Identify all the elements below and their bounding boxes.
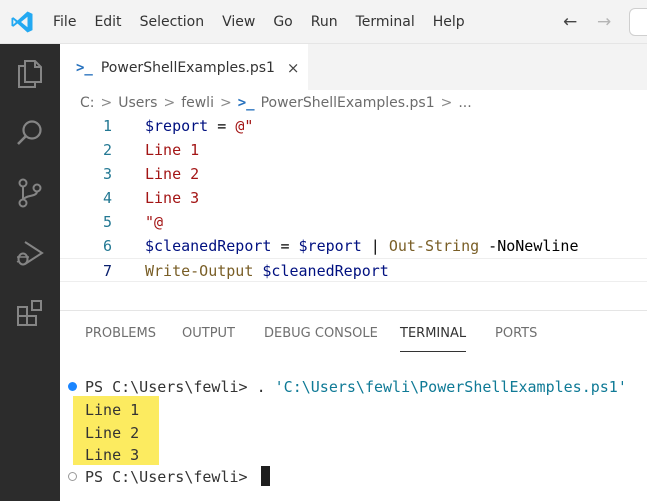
- menu-edit[interactable]: Edit: [85, 0, 130, 44]
- terminal-command-line: PS C:\Users\fewli> . 'C:\Users\fewli\Pow…: [85, 376, 627, 398]
- tab-label: PowerShellExamples.ps1: [100, 59, 275, 76]
- vscode-logo-icon: [11, 11, 33, 33]
- code-token: Line 3: [145, 189, 200, 207]
- code-token: $cleanedReport: [145, 237, 272, 255]
- terminal-output-line: Line 3: [85, 446, 140, 464]
- code-line[interactable]: 4 Line 3: [60, 186, 647, 210]
- files-icon[interactable]: [13, 56, 47, 90]
- line-number: 1: [102, 117, 112, 135]
- search-icon[interactable]: [13, 116, 47, 150]
- code-line[interactable]: 1 $report = @": [60, 114, 647, 138]
- menu-run[interactable]: Run: [302, 0, 347, 44]
- close-icon[interactable]: ×: [287, 59, 300, 77]
- line-number: 6: [102, 237, 112, 255]
- menu-view[interactable]: View: [213, 0, 264, 44]
- run-debug-icon[interactable]: [13, 236, 47, 270]
- extensions-icon[interactable]: [13, 296, 47, 330]
- terminal-prompt: PS C:\Users\fewli>: [85, 378, 257, 396]
- code-text: $report = @": [145, 114, 253, 138]
- breadcrumb-fewli[interactable]: fewli: [181, 95, 214, 111]
- code-text: Line 3: [145, 186, 199, 210]
- code-token: "@: [145, 213, 164, 231]
- terminal-output-line: Line 1: [85, 401, 140, 419]
- code-token: $report: [145, 117, 209, 135]
- chevron-right-icon: >: [163, 95, 176, 111]
- code-text: Line 2: [145, 162, 199, 186]
- terminal[interactable]: PS C:\Users\fewli> . 'C:\Users\fewli\Pow…: [60, 370, 647, 501]
- terminal-script-path: 'C:\Users\fewli\PowerShellExamples.ps1': [274, 378, 627, 396]
- breadcrumb-users[interactable]: Users: [118, 95, 157, 111]
- line-number: 2: [102, 141, 112, 159]
- forward-arrow-icon[interactable]: →: [597, 12, 611, 32]
- code-token: Out-String: [388, 237, 480, 255]
- breadcrumb-file[interactable]: PowerShellExamples.ps1: [261, 95, 435, 111]
- code-text: "@: [145, 210, 163, 234]
- tab-ports[interactable]: PORTS: [495, 316, 537, 352]
- command-status-dot-icon[interactable]: [68, 382, 77, 391]
- menu-terminal[interactable]: Terminal: [347, 0, 424, 44]
- menu-selection[interactable]: Selection: [131, 0, 214, 44]
- code-token: -NoNewline: [479, 237, 579, 255]
- breadcrumb-drive[interactable]: C:: [80, 95, 95, 111]
- code-line[interactable]: 2 Line 1: [60, 138, 647, 162]
- code-token: $cleanedReport: [262, 262, 389, 280]
- activity-bar: [0, 44, 60, 501]
- code-token: Line 1: [145, 141, 200, 159]
- tab-problems[interactable]: PROBLEMS: [85, 316, 156, 352]
- menu-help[interactable]: Help: [424, 0, 474, 44]
- code-text: Line 1: [145, 138, 199, 162]
- code-token: =: [208, 117, 236, 135]
- panel-tab-bar: PROBLEMS OUTPUT DEBUG CONSOLE TERMINAL P…: [60, 316, 647, 352]
- breadcrumb-ellipsis[interactable]: ...: [458, 95, 471, 111]
- terminal-input-line[interactable]: PS C:\Users\fewli>: [85, 466, 270, 488]
- code-line[interactable]: 6 $cleanedReport = $report | Out-String -…: [60, 234, 647, 258]
- code-text: Write-Output $cleanedReport: [145, 259, 389, 283]
- prompt-status-dot-icon: [68, 472, 77, 481]
- terminal-output-line: Line 2: [85, 424, 140, 442]
- code-token: |: [361, 237, 389, 255]
- title-bar: File Edit Selection View Go Run Terminal…: [0, 0, 647, 44]
- editor-tab-strip: >_ PowerShellExamples.ps1 ×: [60, 44, 647, 90]
- panel-divider: [60, 310, 647, 311]
- code-line[interactable]: 7 Write-Output $cleanedReport: [60, 258, 647, 282]
- menu-bar: File Edit Selection View Go Run Terminal…: [44, 0, 474, 44]
- code-token: @": [235, 117, 254, 135]
- menu-go[interactable]: Go: [264, 0, 301, 44]
- breadcrumb: C: > Users > fewli > >_ PowerShellExampl…: [80, 92, 472, 114]
- terminal-prompt: PS C:\Users\fewli>: [85, 468, 257, 486]
- line-number: 5: [102, 213, 112, 231]
- code-token: Line 2: [145, 165, 200, 183]
- code-token: =: [271, 237, 299, 255]
- terminal-dot-source: .: [256, 378, 275, 396]
- powershell-file-icon: >_: [237, 95, 255, 111]
- code-text: $cleanedReport = $report | Out-String -N…: [145, 234, 579, 258]
- tab-output[interactable]: OUTPUT: [182, 316, 235, 352]
- powershell-file-icon: >_: [76, 59, 93, 76]
- code-line[interactable]: 5 "@: [60, 210, 647, 234]
- command-center-input[interactable]: [629, 8, 647, 36]
- line-number: 4: [102, 189, 112, 207]
- code-line[interactable]: 3 Line 2: [60, 162, 647, 186]
- line-number: 7: [102, 262, 112, 280]
- code-editor[interactable]: 1 $report = @" 2 Line 1 3 Line 2 4 Line 3 5 "@ 6 $c…: [60, 114, 647, 306]
- chevron-right-icon: >: [100, 95, 113, 111]
- tab-powershellexamples[interactable]: >_ PowerShellExamples.ps1 ×: [60, 44, 308, 90]
- chevron-right-icon: >: [219, 95, 232, 111]
- code-token: Write-Output: [145, 262, 254, 280]
- menu-file[interactable]: File: [44, 0, 85, 44]
- code-token: $report: [298, 237, 362, 255]
- line-number: 3: [102, 165, 112, 183]
- tab-terminal[interactable]: TERMINAL: [400, 316, 467, 352]
- terminal-cursor: [260, 466, 270, 486]
- back-arrow-icon[interactable]: ←: [563, 12, 577, 32]
- chevron-right-icon: >: [440, 95, 453, 111]
- source-control-icon[interactable]: [13, 176, 47, 210]
- tab-debug-console[interactable]: DEBUG CONSOLE: [264, 316, 378, 352]
